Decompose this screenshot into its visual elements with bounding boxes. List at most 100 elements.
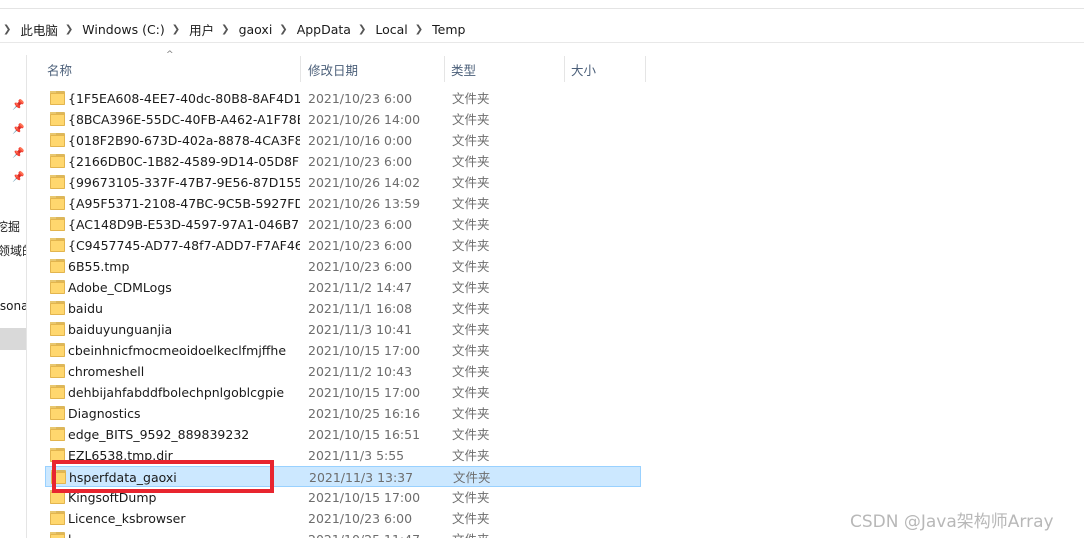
file-row[interactable]: edge_BITS_9592_889839232 2021/10/15 16:51… <box>45 424 641 445</box>
file-date-modified: 2021/10/25 16:16 <box>308 406 421 421</box>
column-header-type[interactable]: 类型 <box>445 56 565 82</box>
file-name: Diagnostics <box>68 406 141 421</box>
file-row[interactable]: dehbijahfabddfbolechpnlgoblcgpie 2021/10/… <box>45 382 641 403</box>
file-row[interactable]: {C9457745-AD77-48f7-ADD7-F7AF46... 2021/1… <box>45 235 641 256</box>
file-date-modified: 2021/10/26 14:00 <box>308 112 421 127</box>
file-date-modified: 2021/10/23 6:00 <box>308 259 413 274</box>
folder-icon <box>50 322 65 336</box>
file-date-modified: 2021/10/25 11:47 <box>308 529 420 538</box>
file-row[interactable]: 6B55.tmp 2021/10/23 6:00 文件夹 <box>45 256 641 277</box>
file-type: 文件夹 <box>452 490 490 505</box>
folder-icon <box>50 406 65 420</box>
file-name: {1F5EA608-4EE7-40dc-80B8-8AF4D16... <box>68 91 300 106</box>
file-row[interactable]: {99673105-337F-47B7-9E56-87D155E... 2021/… <box>45 172 641 193</box>
folder-icon <box>50 280 65 294</box>
file-date-modified: 2021/10/15 17:00 <box>308 343 421 358</box>
file-row[interactable]: {018F2B90-673D-402a-8878-4CA3F88... 2021/… <box>45 130 641 151</box>
file-row[interactable]: {2166DB0C-1B82-4589-9D14-05D8FD... 2021/1… <box>45 151 641 172</box>
file-type: 文件夹 <box>453 470 491 485</box>
file-type: 文件夹 <box>452 133 490 148</box>
chevron-right-icon[interactable]: ❯ <box>355 24 369 35</box>
file-name: baidu <box>68 301 103 316</box>
file-type: 文件夹 <box>452 448 490 463</box>
file-type: 文件夹 <box>452 280 490 295</box>
file-type: 文件夹 <box>452 154 490 169</box>
file-date-modified: 2021/11/2 10:43 <box>308 364 413 379</box>
breadcrumb-this-pc[interactable]: 此电脑 <box>14 20 62 39</box>
file-date-modified: 2021/11/3 5:55 <box>308 448 405 463</box>
breadcrumb-users[interactable]: 用户 <box>183 20 218 39</box>
file-type: 文件夹 <box>452 196 490 211</box>
breadcrumb-local[interactable]: Local <box>369 22 411 37</box>
file-name: {A95F5371-2108-47BC-9C5B-5927FD... <box>68 196 300 211</box>
chevron-right-icon[interactable]: ❯ <box>412 24 426 35</box>
file-type: 文件夹 <box>452 406 490 421</box>
file-date-modified: 2021/10/26 14:02 <box>308 175 421 190</box>
file-row[interactable]: baidu 2021/11/1 16:08 文件夹 <box>45 298 641 319</box>
folder-icon <box>50 238 65 252</box>
file-name: chromeshell <box>68 364 145 379</box>
file-name: {8BCA396E-55DC-40FB-A462-A1F78E... <box>68 112 300 127</box>
file-type: 文件夹 <box>452 91 490 106</box>
file-name: {C9457745-AD77-48f7-ADD7-F7AF46... <box>68 238 300 253</box>
file-date-modified: 2021/10/23 6:00 <box>308 217 413 232</box>
chevron-right-icon[interactable]: ❯ <box>169 24 183 35</box>
file-type: 文件夹 <box>452 238 490 253</box>
file-row[interactable]: {1F5EA608-4EE7-40dc-80B8-8AF4D16... 2021/… <box>45 88 641 109</box>
folder-icon <box>50 511 65 525</box>
file-row[interactable]: Diagnostics 2021/10/25 16:16 文件夹 <box>45 403 641 424</box>
file-name: {99673105-337F-47B7-9E56-87D155E... <box>68 175 300 190</box>
chevron-right-icon[interactable]: ❯ <box>62 24 76 35</box>
folder-icon <box>50 175 65 189</box>
navigation-pane[interactable]: 📌 📌 📌 📌 挖掘 领域的 rsona <box>0 55 27 538</box>
nav-item-label[interactable]: 挖掘 <box>0 218 20 235</box>
file-name: dehbijahfabddfbolechpnlgoblcgpie <box>68 385 285 400</box>
breadcrumb-windows-c[interactable]: Windows (C:) <box>76 22 168 37</box>
watermark: CSDN @Java架构师Array <box>850 512 1054 532</box>
file-row[interactable]: l 2021/10/25 11:47 文件夹 <box>45 529 641 538</box>
file-type: 文件夹 <box>452 343 490 358</box>
file-name: {AC148D9B-E53D-4597-97A1-046B79... <box>68 217 300 232</box>
folder-icon <box>50 154 65 168</box>
file-row[interactable]: {8BCA396E-55DC-40FB-A462-A1F78E... 2021/1… <box>45 109 641 130</box>
column-header-date-modified[interactable]: 修改日期 <box>301 56 445 82</box>
file-row[interactable]: {A95F5371-2108-47BC-9C5B-5927FD... 2021/1… <box>45 193 641 214</box>
chevron-right-icon[interactable]: ❯ <box>0 24 14 35</box>
file-row[interactable]: baiduyunguanjia 2021/11/3 10:41 文件夹 <box>45 319 641 340</box>
nav-item-selected[interactable] <box>0 328 26 350</box>
breadcrumb-gaoxi[interactable]: gaoxi <box>233 22 277 37</box>
file-name: {018F2B90-673D-402a-8878-4CA3F88... <box>68 133 300 148</box>
nav-item-label[interactable]: 领域的 <box>0 242 26 259</box>
folder-icon <box>50 301 65 315</box>
chevron-right-icon[interactable]: ❯ <box>218 24 232 35</box>
file-row[interactable]: Licence_ksbrowser 2021/10/23 6:00 文件夹 <box>45 508 641 529</box>
address-bar[interactable]: ❯ 此电脑 ❯ Windows (C:) ❯ 用户 ❯ gaoxi ❯ AppD… <box>0 16 1084 42</box>
file-type: 文件夹 <box>452 112 490 127</box>
pin-icon: 📌 <box>12 172 25 183</box>
file-date-modified: 2021/10/15 17:00 <box>308 490 421 505</box>
column-header-name[interactable]: 名称 <box>41 56 301 82</box>
breadcrumb-temp[interactable]: Temp <box>426 22 469 37</box>
file-type: 文件夹 <box>452 322 490 337</box>
file-row[interactable]: Adobe_CDMLogs 2021/11/2 14:47 文件夹 <box>45 277 641 298</box>
chevron-right-icon[interactable]: ❯ <box>276 24 290 35</box>
file-date-modified: 2021/10/23 6:00 <box>308 238 413 253</box>
file-row[interactable]: cbeinhnicfmocmeoidoelkeclfmjffhe 2021/10/… <box>45 340 641 361</box>
file-date-modified: 2021/10/23 6:00 <box>308 91 413 106</box>
folder-icon <box>50 217 65 231</box>
file-row[interactable]: chromeshell 2021/11/2 10:43 文件夹 <box>45 361 641 382</box>
breadcrumb-appdata[interactable]: AppData <box>291 22 355 37</box>
folder-icon <box>50 259 65 273</box>
file-date-modified: 2021/11/2 14:47 <box>308 280 413 295</box>
file-type: 文件夹 <box>452 217 490 232</box>
file-date-modified: 2021/10/15 17:00 <box>308 385 421 400</box>
pin-icon: 📌 <box>12 148 25 159</box>
folder-icon <box>50 364 65 378</box>
file-name: baiduyunguanjia <box>68 322 173 337</box>
column-header-size[interactable]: 大小 <box>565 56 646 82</box>
file-row[interactable]: {AC148D9B-E53D-4597-97A1-046B79... 2021/1… <box>45 214 641 235</box>
nav-item-label[interactable]: rsona <box>0 299 26 313</box>
folder-icon <box>50 112 65 126</box>
file-name: {2166DB0C-1B82-4589-9D14-05D8FD... <box>68 154 300 169</box>
file-type: 文件夹 <box>452 511 490 526</box>
